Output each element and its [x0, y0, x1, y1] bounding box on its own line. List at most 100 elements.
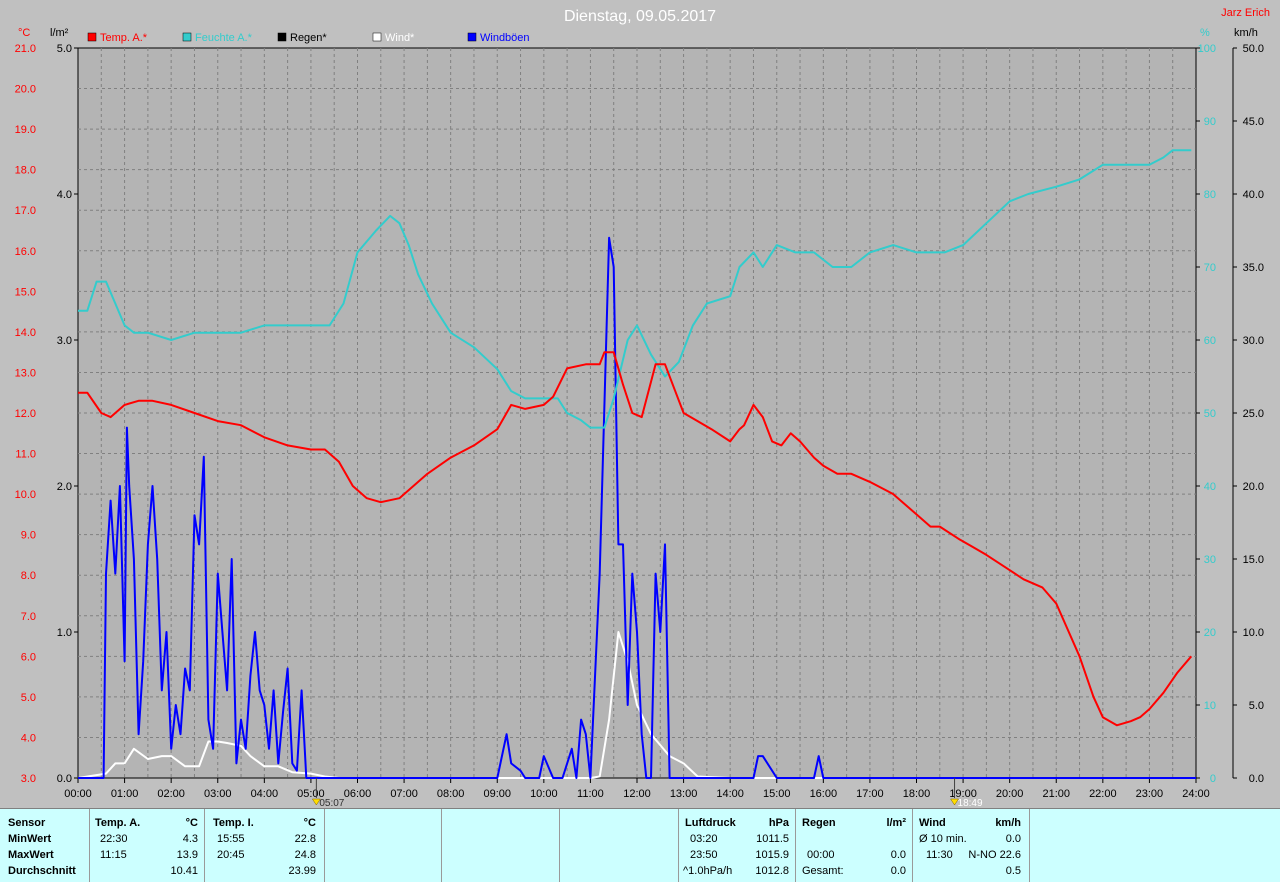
temp-a-max-value: 13.9 — [176, 849, 198, 861]
wind-extra-value: 0.5 — [1005, 865, 1021, 877]
pressure-unit: hPa — [768, 817, 789, 829]
humidity-axis-unit: % — [1200, 27, 1210, 39]
wind-header: Wind — [919, 817, 946, 829]
humidity-axis-tick-label: 30 — [1204, 554, 1216, 566]
humidity-axis-tick-label: 100 — [1198, 43, 1216, 55]
temp-i-header: Temp. I. — [213, 817, 254, 829]
pressure-max-value: 1015.9 — [755, 849, 789, 861]
sunset-time-label: 18:49 — [958, 798, 983, 808]
x-axis-tick-label: 11:00 — [577, 788, 604, 800]
humidity-axis-tick-label: 40 — [1204, 481, 1216, 493]
temp-axis-tick-label: 18.0 — [15, 165, 36, 177]
wind-max-time: 11:30 — [926, 849, 953, 861]
temp-a-average: 10.41 — [170, 865, 198, 877]
rain-total-label: Gesamt: — [802, 865, 844, 877]
pressure-min-time: 03:20 — [690, 833, 718, 845]
temp-axis-tick-label: 16.0 — [15, 246, 36, 258]
wind-avg-label: Ø 10 min. — [919, 833, 967, 845]
pressure-max-time: 23:50 — [690, 849, 718, 861]
stats-temp-a-column: Temp. A. °C 22:30 4.3 11:15 13.9 10.41 — [90, 809, 205, 882]
stats-pressure-column: Luftdruck hPa 03:20 1011.5 23:50 1015.9 … — [679, 809, 796, 882]
stats-empty-column-1 — [325, 809, 442, 882]
temp-axis-tick-label: 12.0 — [15, 408, 36, 420]
wind-axis-tick-label: 10.0 — [1243, 627, 1264, 639]
x-axis-tick-label: 18:00 — [903, 788, 931, 800]
humidity-axis-tick-label: 50 — [1204, 408, 1216, 420]
humidity-axis-tick-label: 10 — [1204, 700, 1216, 712]
temp-i-max-value: 24.8 — [294, 849, 316, 861]
temp-axis-tick-label: 5.0 — [21, 692, 36, 704]
temp-axis-tick-label: 13.0 — [15, 367, 36, 379]
legend-swatch — [87, 32, 97, 42]
sensor-header: Sensor — [8, 817, 46, 829]
wind-unit: km/h — [995, 817, 1021, 829]
humidity-axis-tick-label: 0 — [1210, 773, 1216, 785]
rain-axis-tick-label: 1.0 — [57, 627, 72, 639]
author-label: Jarz Erich — [1221, 7, 1270, 19]
wind-axis-tick-label: 50.0 — [1243, 43, 1264, 55]
rain-axis-tick-label: 3.0 — [57, 335, 72, 347]
temp-axis-tick-label: 4.0 — [21, 732, 36, 744]
temp-a-max-time: 11:15 — [100, 849, 127, 861]
temp-axis-tick-label: 14.0 — [15, 327, 36, 339]
temp-axis-tick-label: 20.0 — [15, 84, 36, 96]
temp-a-header: Temp. A. — [95, 817, 141, 829]
temp-axis-tick-label: 6.0 — [21, 651, 36, 663]
rain-axis-tick-label: 5.0 — [57, 43, 72, 55]
chart-title: Dienstag, 09.05.2017 — [564, 8, 716, 25]
x-axis-tick-label: 04:00 — [251, 788, 279, 800]
pressure-trend-value: 1012.8 — [755, 865, 789, 877]
temp-axis-unit: °C — [18, 27, 30, 39]
temp-axis-tick-label: 7.0 — [21, 611, 36, 623]
wind-axis-tick-label: 20.0 — [1243, 481, 1264, 493]
stats-rain-column: Regen l/m² 00:00 0.0 Gesamt: 0.0 — [796, 809, 913, 882]
avg-row-label: Durchschnitt — [8, 865, 76, 877]
x-axis-tick-label: 09:00 — [483, 788, 511, 800]
temp-axis-tick-label: 10.0 — [15, 489, 36, 501]
temp-axis-tick-label: 15.0 — [15, 286, 36, 298]
chart-area: 3.0 4.0 5.0 6.0 7.0 8.0 9.0 10.0 11.0 12.0 13.0 14.… — [0, 0, 1280, 808]
wind-axis-unit: km/h — [1234, 27, 1258, 39]
wind-axis-tick-label: 5.0 — [1249, 700, 1264, 712]
wind-axis-tick-label: 35.0 — [1243, 262, 1264, 274]
x-axis-tick-label: 22:00 — [1089, 788, 1117, 800]
temp-a-min-value: 4.3 — [182, 833, 198, 845]
x-axis-tick-label: 20:00 — [996, 788, 1024, 800]
stats-temp-i-column: Temp. I. °C 15:55 22.8 20:45 24.8 23.99 — [205, 809, 325, 882]
x-axis-tick-label: 14:00 — [716, 788, 744, 800]
temp-i-unit: °C — [303, 817, 316, 829]
x-axis-tick-label: 21:00 — [1042, 788, 1070, 800]
legend-swatch — [182, 32, 192, 42]
pressure-header: Luftdruck — [685, 817, 736, 829]
rain-max-value: 0.0 — [890, 849, 906, 861]
wind-axis-tick-label: 30.0 — [1243, 335, 1264, 347]
x-axis-tick-label: 16:00 — [810, 788, 838, 800]
rain-axis-tick-label: 4.0 — [57, 189, 72, 201]
rain-unit: l/m² — [886, 817, 906, 829]
pressure-trend-label: ^1.0hPa/h — [683, 865, 733, 877]
x-axis-tick-label: 13:00 — [670, 788, 698, 800]
x-axis-tick-label: 17:00 — [856, 788, 884, 800]
legend-swatch — [277, 32, 287, 42]
temp-i-min-value: 22.8 — [294, 833, 316, 845]
max-row-label: MaxWert — [8, 849, 54, 861]
sunrise-time-label: 05:07 — [319, 798, 344, 808]
stats-sensor-column: Sensor MinWert MaxWert Durchschnitt — [0, 809, 90, 882]
stats-wind-column: Wind km/h Ø 10 min. 0.0 11:30 N-NO 22.6 … — [913, 809, 1030, 882]
humidity-axis-tick-label: 80 — [1204, 189, 1216, 201]
rain-total-value: 0.0 — [890, 865, 906, 877]
temp-axis-tick-label: 21.0 — [15, 43, 36, 55]
x-axis-tick-label: 02:00 — [157, 788, 185, 800]
humidity-axis-tick-label: 90 — [1204, 116, 1216, 128]
temp-a-min-time: 22:30 — [100, 833, 128, 845]
pressure-min-value: 1011.5 — [756, 833, 789, 845]
rain-axis-tick-label: 0.0 — [57, 773, 72, 785]
temp-axis-tick-label: 3.0 — [21, 773, 36, 785]
x-axis-tick-label: 15:00 — [763, 788, 791, 800]
wind-max-value: N-NO 22.6 — [968, 849, 1021, 861]
rain-axis-unit: l/m² — [50, 27, 69, 39]
temp-axis-tick-label: 17.0 — [15, 205, 36, 217]
legend-label: Feuchte A.* — [195, 32, 253, 44]
temp-axis-tick-label: 19.0 — [15, 124, 36, 136]
x-axis-tick-label: 03:00 — [204, 788, 232, 800]
